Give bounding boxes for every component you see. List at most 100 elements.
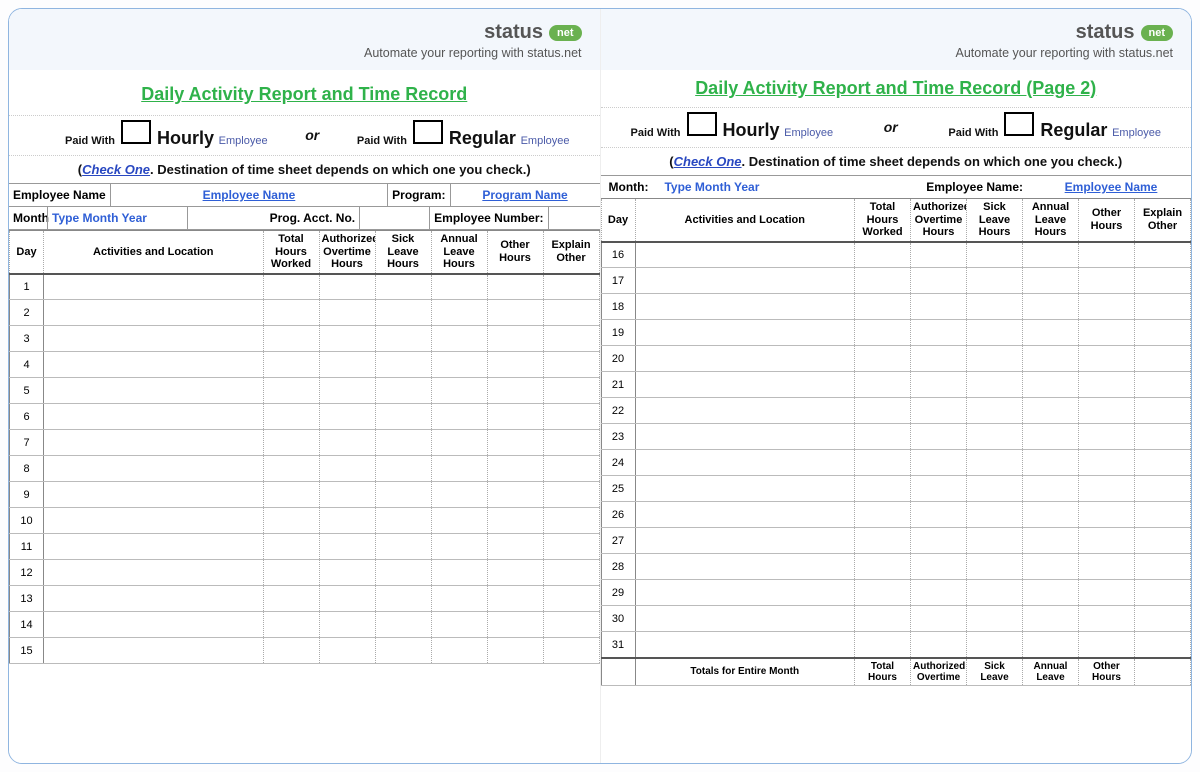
hours-cell[interactable] xyxy=(319,300,375,326)
hours-cell[interactable] xyxy=(911,294,967,320)
hours-cell[interactable] xyxy=(911,476,967,502)
hours-cell[interactable] xyxy=(1023,528,1079,554)
hours-cell[interactable] xyxy=(1023,242,1079,268)
month-field-2[interactable]: Type Month Year xyxy=(656,176,918,198)
hours-cell[interactable] xyxy=(1079,268,1135,294)
hours-cell[interactable] xyxy=(1023,502,1079,528)
hours-cell[interactable] xyxy=(1079,502,1135,528)
hours-cell[interactable] xyxy=(543,482,599,508)
hours-cell[interactable] xyxy=(431,482,487,508)
hours-cell[interactable] xyxy=(1023,632,1079,658)
hours-cell[interactable] xyxy=(263,404,319,430)
activities-cell[interactable] xyxy=(44,560,264,586)
hours-cell[interactable] xyxy=(911,606,967,632)
hours-cell[interactable] xyxy=(375,508,431,534)
hours-cell[interactable] xyxy=(263,482,319,508)
hours-cell[interactable] xyxy=(1135,632,1191,658)
hours-cell[interactable] xyxy=(263,534,319,560)
hours-cell[interactable] xyxy=(1079,450,1135,476)
hours-cell[interactable] xyxy=(431,352,487,378)
hours-cell[interactable] xyxy=(1135,372,1191,398)
hours-cell[interactable] xyxy=(1079,632,1135,658)
hourly-checkbox-2[interactable] xyxy=(687,112,717,136)
hours-cell[interactable] xyxy=(967,632,1023,658)
hours-cell[interactable] xyxy=(543,560,599,586)
hours-cell[interactable] xyxy=(855,450,911,476)
hours-cell[interactable] xyxy=(431,586,487,612)
activities-cell[interactable] xyxy=(44,456,264,482)
activities-cell[interactable] xyxy=(44,638,264,664)
hours-cell[interactable] xyxy=(487,508,543,534)
hours-cell[interactable] xyxy=(543,586,599,612)
hours-cell[interactable] xyxy=(1079,242,1135,268)
activities-cell[interactable] xyxy=(635,476,855,502)
hours-cell[interactable] xyxy=(319,326,375,352)
activities-cell[interactable] xyxy=(635,268,855,294)
hours-cell[interactable] xyxy=(855,294,911,320)
hours-cell[interactable] xyxy=(1079,320,1135,346)
hours-cell[interactable] xyxy=(967,476,1023,502)
hours-cell[interactable] xyxy=(431,456,487,482)
hours-cell[interactable] xyxy=(855,580,911,606)
hours-cell[interactable] xyxy=(1135,398,1191,424)
hours-cell[interactable] xyxy=(375,534,431,560)
hours-cell[interactable] xyxy=(431,300,487,326)
hours-cell[interactable] xyxy=(543,404,599,430)
hours-cell[interactable] xyxy=(375,456,431,482)
activities-cell[interactable] xyxy=(44,326,264,352)
hours-cell[interactable] xyxy=(1079,294,1135,320)
hours-cell[interactable] xyxy=(911,320,967,346)
hours-cell[interactable] xyxy=(911,398,967,424)
hours-cell[interactable] xyxy=(855,268,911,294)
activities-cell[interactable] xyxy=(44,274,264,300)
hours-cell[interactable] xyxy=(855,476,911,502)
hours-cell[interactable] xyxy=(431,274,487,300)
hours-cell[interactable] xyxy=(375,586,431,612)
hours-cell[interactable] xyxy=(263,456,319,482)
hours-cell[interactable] xyxy=(967,424,1023,450)
hours-cell[interactable] xyxy=(1079,372,1135,398)
hours-cell[interactable] xyxy=(375,612,431,638)
hours-cell[interactable] xyxy=(911,450,967,476)
hours-cell[interactable] xyxy=(911,346,967,372)
hours-cell[interactable] xyxy=(487,352,543,378)
hours-cell[interactable] xyxy=(431,612,487,638)
hours-cell[interactable] xyxy=(319,508,375,534)
regular-checkbox-2[interactable] xyxy=(1004,112,1034,136)
hours-cell[interactable] xyxy=(1023,476,1079,502)
hours-cell[interactable] xyxy=(375,560,431,586)
hours-cell[interactable] xyxy=(319,586,375,612)
month-field[interactable]: Type Month Year xyxy=(47,207,187,229)
hours-cell[interactable] xyxy=(1135,580,1191,606)
hours-cell[interactable] xyxy=(543,508,599,534)
hours-cell[interactable] xyxy=(431,508,487,534)
activities-cell[interactable] xyxy=(635,554,855,580)
activities-cell[interactable] xyxy=(635,242,855,268)
activities-cell[interactable] xyxy=(635,294,855,320)
activities-cell[interactable] xyxy=(44,534,264,560)
hours-cell[interactable] xyxy=(1135,242,1191,268)
hours-cell[interactable] xyxy=(967,294,1023,320)
hours-cell[interactable] xyxy=(319,638,375,664)
activities-cell[interactable] xyxy=(635,346,855,372)
hours-cell[interactable] xyxy=(855,528,911,554)
hours-cell[interactable] xyxy=(543,378,599,404)
hours-cell[interactable] xyxy=(911,632,967,658)
hours-cell[interactable] xyxy=(855,372,911,398)
hours-cell[interactable] xyxy=(855,554,911,580)
hours-cell[interactable] xyxy=(967,242,1023,268)
hours-cell[interactable] xyxy=(431,534,487,560)
hourly-checkbox[interactable] xyxy=(121,120,151,144)
hours-cell[interactable] xyxy=(487,534,543,560)
hours-cell[interactable] xyxy=(855,242,911,268)
hours-cell[interactable] xyxy=(1135,528,1191,554)
hours-cell[interactable] xyxy=(487,274,543,300)
hours-cell[interactable] xyxy=(967,372,1023,398)
hours-cell[interactable] xyxy=(1023,580,1079,606)
hours-cell[interactable] xyxy=(263,586,319,612)
hours-cell[interactable] xyxy=(543,612,599,638)
hours-cell[interactable] xyxy=(967,398,1023,424)
hours-cell[interactable] xyxy=(911,424,967,450)
activities-cell[interactable] xyxy=(635,372,855,398)
hours-cell[interactable] xyxy=(431,638,487,664)
